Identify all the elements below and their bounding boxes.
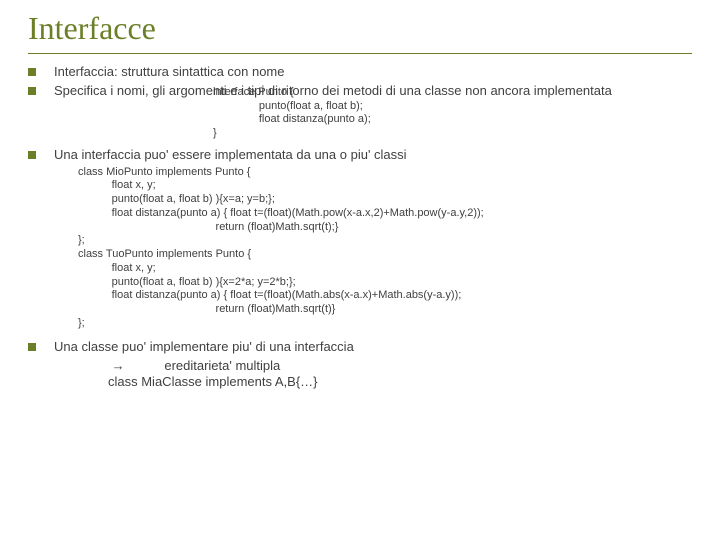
bullet-text: Specifica i nomi, gli argomenti e i tipi… (54, 83, 692, 100)
bullet-row: Una interfaccia puo' essere implementata… (28, 147, 692, 164)
bullet-row: Specifica i nomi, gli argomenti e i tipi… (28, 83, 692, 100)
bullet-icon (28, 87, 36, 95)
code-classes: class MioPunto implements Punto { float … (78, 166, 692, 331)
code-multi: → ereditarieta' multipla class MiaClasse… (108, 358, 692, 391)
slide-title: Interfacce (28, 0, 692, 54)
bullet-text: Interfaccia: struttura sintattica con no… (54, 64, 692, 81)
bullet-icon (28, 68, 36, 76)
bullet-text: Una classe puo' implementare piu' di una… (54, 339, 692, 356)
slide-body: Interfaccia: struttura sintattica con no… (28, 64, 692, 390)
bullet-row: Interfaccia: struttura sintattica con no… (28, 64, 692, 81)
bullet-row: Una classe puo' implementare piu' di una… (28, 339, 692, 356)
bullet-icon (28, 151, 36, 159)
bullet-text: Una interfaccia puo' essere implementata… (54, 147, 692, 164)
bullet-icon (28, 343, 36, 351)
